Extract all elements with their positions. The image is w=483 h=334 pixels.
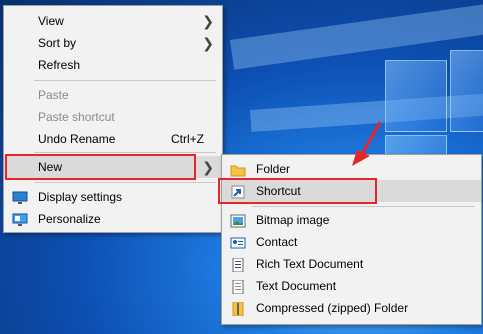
menu-item-paste-shortcut: Paste shortcut	[4, 106, 222, 128]
menu-item-label: Bitmap image	[256, 213, 330, 227]
personalize-icon	[12, 212, 28, 226]
chevron-right-icon: ❯	[202, 13, 214, 29]
submenu-item-bitmap-image[interactable]: Bitmap image	[222, 209, 481, 231]
windows-logo-pane	[450, 50, 483, 132]
submenu-item-rich-text-document[interactable]: Rich Text Document	[222, 253, 481, 275]
chevron-right-icon: ❯	[202, 35, 214, 51]
annotation-arrow-icon	[352, 121, 382, 166]
menu-item-label: Refresh	[38, 58, 81, 72]
submenu-item-contact[interactable]: Contact	[222, 231, 481, 253]
menu-item-label: Paste	[38, 88, 69, 102]
menu-item-display-settings[interactable]: Display settings	[4, 186, 222, 208]
zip-folder-icon	[230, 301, 246, 317]
contact-icon	[230, 235, 246, 249]
menu-item-label: Contact	[256, 235, 298, 249]
chevron-right-icon: ❯	[202, 159, 214, 175]
menu-item-label: Sort by	[38, 36, 77, 50]
menu-item-personalize[interactable]: Personalize	[4, 208, 222, 230]
menu-item-label: Personalize	[38, 212, 101, 226]
menu-item-label: Display settings	[38, 190, 123, 204]
menu-item-undo-rename[interactable]: Undo Rename Ctrl+Z	[4, 128, 222, 150]
menu-item-label: Compressed (zipped) Folder	[256, 301, 409, 315]
menu-item-label: Undo Rename	[38, 132, 116, 146]
folder-icon	[230, 162, 246, 177]
menu-item-label: Text Document	[256, 279, 337, 293]
menu-item-paste: Paste	[4, 84, 222, 106]
highlight-box-new	[5, 154, 196, 180]
menu-item-refresh[interactable]: Refresh	[4, 54, 222, 76]
text-document-icon	[230, 279, 246, 295]
menu-separator	[34, 152, 216, 153]
menu-item-view[interactable]: View ❯	[4, 10, 222, 32]
keyboard-shortcut: Ctrl+Z	[171, 132, 204, 146]
submenu-item-text-document[interactable]: Text Document	[222, 275, 481, 297]
menu-item-label: Paste shortcut	[38, 110, 115, 124]
menu-separator	[34, 182, 216, 183]
desktop-context-menu: View ❯ Sort by ❯ Refresh Paste Paste sho…	[3, 5, 223, 233]
menu-item-label: Folder	[256, 162, 291, 176]
menu-item-sort-by[interactable]: Sort by ❯	[4, 32, 222, 54]
menu-item-label: View	[38, 14, 64, 28]
bitmap-icon	[230, 213, 246, 228]
menu-item-label: Rich Text Document	[256, 257, 364, 271]
rich-text-icon	[230, 257, 246, 273]
submenu-item-compressed-folder[interactable]: Compressed (zipped) Folder	[222, 297, 481, 319]
menu-separator	[34, 80, 216, 81]
highlight-box-shortcut	[218, 178, 377, 204]
windows-logo-pane	[385, 60, 447, 132]
menu-separator	[252, 206, 475, 207]
display-settings-icon	[12, 190, 28, 204]
